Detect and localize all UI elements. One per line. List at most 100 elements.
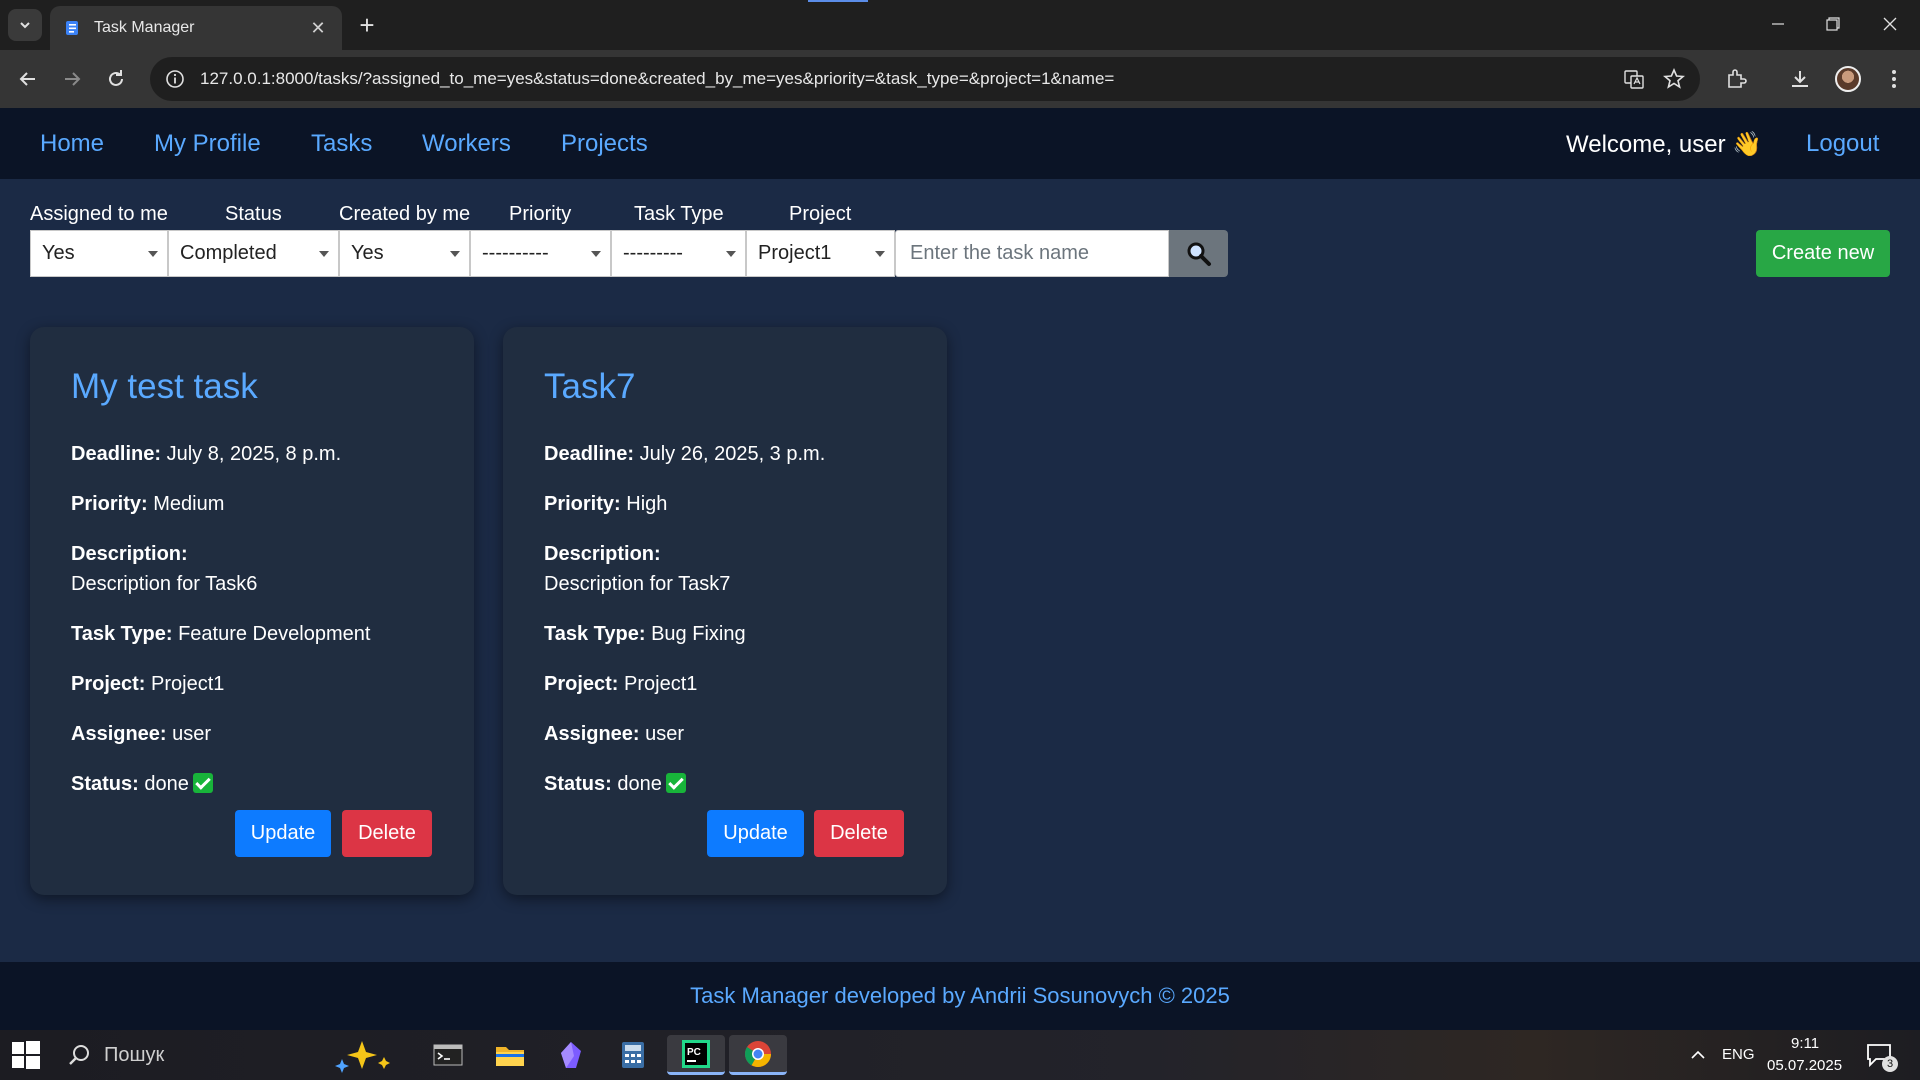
deadline-value: July 26, 2025, 3 p.m. — [639, 443, 826, 465]
priority-value: High — [626, 493, 668, 515]
browser-menu-button[interactable] — [1878, 63, 1910, 95]
task-priority: Priority: High — [544, 489, 667, 519]
nav-home[interactable]: Home — [40, 130, 104, 158]
chevron-down-icon — [20, 22, 30, 29]
logout-link[interactable]: Logout — [1806, 130, 1879, 158]
description-label: Description: — [71, 543, 188, 565]
puzzle-icon — [1728, 69, 1747, 88]
nav-tasks[interactable]: Tasks — [311, 130, 372, 158]
translate-button[interactable] — [1620, 65, 1648, 93]
assignee-value: user — [645, 723, 685, 745]
status-value: done — [617, 773, 662, 795]
task-card: My test task Deadline: July 8, 2025, 8 p… — [30, 327, 474, 895]
dropdown-caret-icon — [319, 251, 329, 257]
task-description: Description: Description for Task7 — [544, 539, 730, 599]
deadline-value: July 8, 2025, 8 p.m. — [166, 443, 342, 465]
status-label: Status: — [544, 773, 612, 795]
start-button[interactable] — [0, 1035, 52, 1075]
clock-date[interactable]: 05.07.2025 — [1767, 1057, 1842, 1074]
site-info-icon[interactable] — [164, 68, 186, 90]
description-value: Description for Task6 — [71, 573, 258, 595]
priority-select[interactable]: ---------- — [470, 230, 611, 277]
task-type: Task Type: Feature Development — [71, 619, 370, 649]
task-name-search-input[interactable] — [895, 230, 1169, 277]
task-deadline: Deadline: July 26, 2025, 3 p.m. — [544, 439, 825, 469]
task-assignee: Assignee: user — [544, 719, 684, 749]
task-title[interactable]: Task7 — [544, 367, 635, 407]
assignee-value: user — [172, 723, 212, 745]
project-select[interactable]: Project1 — [746, 230, 895, 277]
nav-workers[interactable]: Workers — [422, 130, 511, 158]
pycharm-button[interactable]: PC — [667, 1035, 725, 1075]
task-type-select[interactable]: --------- — [611, 230, 746, 277]
minimize-button[interactable] — [1756, 8, 1800, 40]
task-title[interactable]: My test task — [71, 367, 258, 407]
address-bar[interactable]: 127.0.0.1:8000/tasks/?assigned_to_me=yes… — [150, 57, 1700, 101]
chrome-icon — [744, 1040, 772, 1067]
chrome-button[interactable] — [729, 1035, 787, 1075]
browser-tab-active[interactable]: Task Manager ✕ — [50, 6, 342, 50]
back-button[interactable] — [12, 63, 44, 95]
status-label: Status: — [71, 773, 139, 795]
windows-taskbar: Пошук PC ENG 9:11 05.07.2025 3 — [0, 1030, 1920, 1080]
dropdown-caret-icon — [450, 251, 460, 257]
profile-button[interactable] — [1832, 63, 1864, 95]
description-value: Description for Task7 — [544, 573, 731, 595]
nav-projects[interactable]: Projects — [561, 130, 648, 158]
notifications-button[interactable]: 3 — [1856, 1035, 1902, 1075]
copilot-button[interactable] — [326, 1035, 402, 1075]
project-value: Project1 — [624, 673, 698, 695]
priority-label: Priority: — [71, 493, 148, 515]
terminal-button[interactable] — [422, 1035, 474, 1075]
show-hidden-icons-button[interactable] — [1675, 1035, 1721, 1075]
project-label: Project: — [544, 673, 619, 695]
nav-my-profile[interactable]: My Profile — [154, 130, 261, 158]
status-select[interactable]: Completed — [168, 230, 339, 277]
create-new-button[interactable]: Create new — [1756, 230, 1890, 277]
task-status: Status: done — [544, 769, 686, 799]
clock-time[interactable]: 9:11 — [1791, 1035, 1819, 1052]
extensions-button[interactable] — [1720, 63, 1752, 95]
task-card: Task7 Deadline: July 26, 2025, 3 p.m. Pr… — [503, 327, 947, 895]
forward-button[interactable] — [56, 63, 88, 95]
priority-value: ---------- — [482, 242, 549, 264]
new-tab-button[interactable]: + — [352, 10, 382, 40]
bookmark-button[interactable] — [1660, 65, 1688, 93]
pycharm-icon: PC — [682, 1039, 710, 1068]
welcome-text: Welcome, user 👋 — [1566, 131, 1763, 158]
calculator-button[interactable] — [607, 1035, 659, 1075]
priority-label: Priority: — [544, 493, 621, 515]
taskbar-search-button[interactable] — [54, 1035, 104, 1075]
downloads-button[interactable] — [1784, 63, 1816, 95]
restore-button[interactable] — [1811, 8, 1855, 40]
tab-close-icon[interactable]: ✕ — [308, 18, 328, 39]
task-type-label: Task Type: — [544, 623, 646, 645]
chevron-up-icon — [1691, 1050, 1705, 1059]
dropdown-caret-icon — [148, 251, 158, 257]
filter-label-task-type: Task Type — [634, 203, 724, 225]
reload-button[interactable] — [100, 63, 132, 95]
svg-text:PC: PC — [687, 1047, 701, 1058]
update-button[interactable]: Update — [235, 810, 331, 857]
update-button[interactable]: Update — [707, 810, 804, 857]
status-value: Completed — [180, 242, 277, 264]
search-button[interactable] — [1169, 230, 1228, 277]
tasklist-favicon-icon — [66, 21, 78, 35]
assigned-to-me-select[interactable]: Yes — [30, 230, 168, 277]
delete-button[interactable]: Delete — [342, 810, 432, 857]
tab-search-button[interactable] — [8, 9, 42, 41]
created-by-me-select[interactable]: Yes — [339, 230, 470, 277]
close-window-button[interactable] — [1868, 8, 1912, 40]
filter-label-project: Project — [789, 203, 852, 225]
status-value: done — [144, 773, 189, 795]
priority-value: Medium — [153, 493, 225, 515]
task-project: Project: Project1 — [544, 669, 697, 699]
file-explorer-button[interactable] — [484, 1035, 536, 1075]
dropdown-caret-icon — [591, 251, 601, 257]
taskbar-search-text[interactable]: Пошук — [104, 1044, 164, 1067]
assigned-to-me-value: Yes — [42, 242, 75, 264]
delete-button[interactable]: Delete — [814, 810, 904, 857]
language-indicator[interactable]: ENG — [1722, 1046, 1755, 1063]
site-footer: Task Manager developed by Andrii Sosunov… — [0, 962, 1920, 1030]
obsidian-button[interactable] — [545, 1035, 597, 1075]
